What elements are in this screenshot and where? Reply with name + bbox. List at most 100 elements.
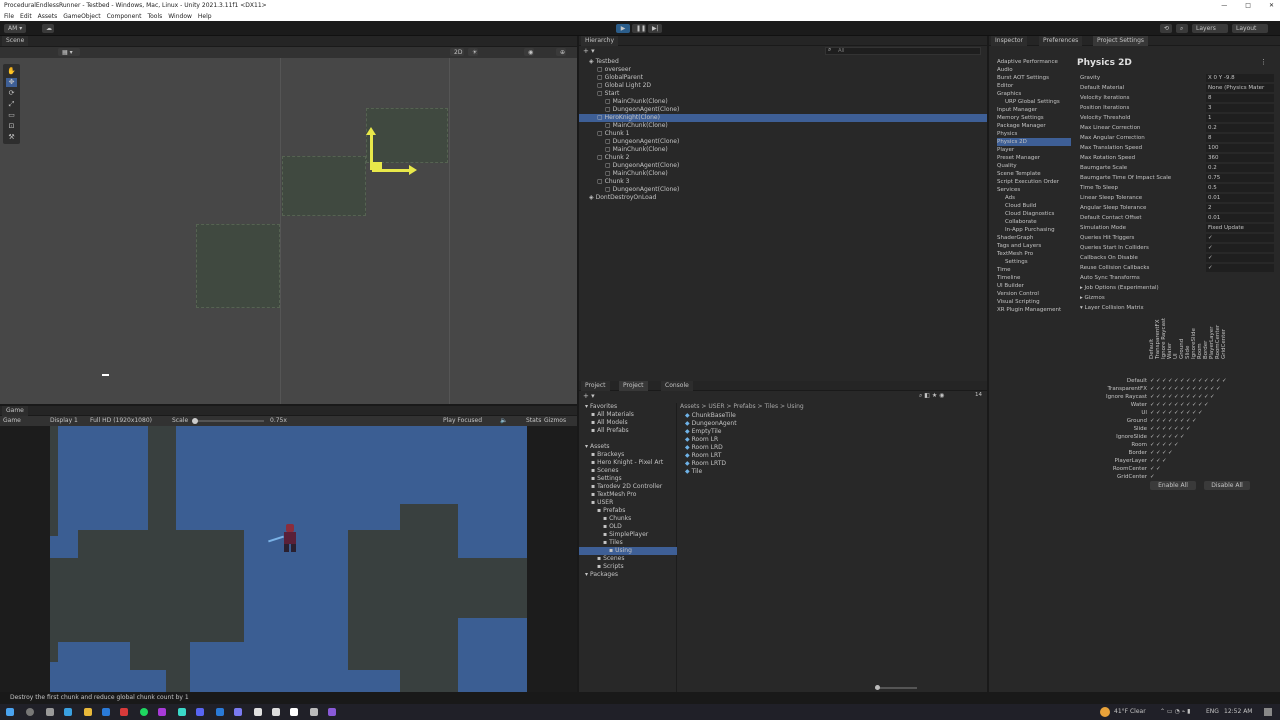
visual-studio-icon[interactable] (328, 708, 336, 716)
tab-scene[interactable]: Scene (2, 36, 29, 46)
collision-checkbox[interactable]: ✓ (1156, 402, 1161, 408)
visibility-icon[interactable]: ◉ (524, 48, 534, 56)
stats-button[interactable]: Stats (526, 416, 541, 426)
property-value-field[interactable]: 2 (1206, 204, 1274, 212)
settings-nav-item[interactable]: Preset Manager (997, 154, 1071, 162)
hierarchy-item[interactable]: ▢ HeroKnight(Clone) (579, 114, 987, 122)
hierarchy-item[interactable]: ▢ Global Light 2D (579, 82, 987, 90)
collision-checkbox[interactable]: ✓ (1168, 378, 1173, 384)
collision-checkbox[interactable]: ✓ (1186, 402, 1191, 408)
settings-nav-item[interactable]: Audio (997, 66, 1071, 74)
collision-checkbox[interactable]: ✓ (1150, 378, 1155, 384)
asset-item[interactable]: ◆ Tile (685, 468, 702, 476)
collision-checkbox[interactable]: ✓ (1168, 418, 1173, 424)
rotate-tool-icon[interactable]: ⟳ (6, 89, 17, 98)
project-tree-item[interactable]: ▪ Scenes (579, 555, 677, 563)
settings-nav-item[interactable]: Settings (997, 258, 1071, 266)
move-gizmo-x-arrow[interactable] (409, 165, 417, 175)
layers-dropdown[interactable]: Layers (1192, 24, 1228, 33)
settings-nav-item[interactable]: Scene Template (997, 170, 1071, 178)
app-icon[interactable] (234, 708, 242, 716)
game-view[interactable] (0, 426, 577, 692)
property-value-field[interactable]: 0.75 (1206, 174, 1274, 182)
property-value-field[interactable]: 0.01 (1206, 214, 1274, 222)
collision-checkbox[interactable]: ✓ (1192, 394, 1197, 400)
search-taskbar-icon[interactable] (26, 708, 34, 716)
collision-checkbox[interactable]: ✓ (1186, 426, 1191, 432)
collision-checkbox[interactable]: ✓ (1162, 458, 1167, 464)
collision-checkbox[interactable]: ✓ (1180, 378, 1185, 384)
collision-checkbox[interactable]: ✓ (1156, 418, 1161, 424)
collision-checkbox[interactable]: ✓ (1156, 426, 1161, 432)
collision-checkbox[interactable]: ✓ (1150, 466, 1155, 472)
disable-all-button[interactable]: Disable All (1204, 481, 1250, 490)
project-tree-item[interactable]: ▪ OLD (579, 523, 677, 531)
collision-checkbox[interactable]: ✓ (1156, 394, 1161, 400)
settings-nav-item[interactable]: URP Global Settings (997, 98, 1071, 106)
app-icon[interactable] (158, 708, 166, 716)
app-icon[interactable] (178, 708, 186, 716)
project-tree-item[interactable]: ▪ Scripts (579, 563, 677, 571)
asset-item[interactable]: ◆ Room LR (685, 436, 718, 444)
resolution-dropdown[interactable]: Full HD (1920x1080) (90, 416, 152, 426)
project-add-button[interactable]: + ▾ (583, 392, 595, 400)
collision-checkbox[interactable]: ✓ (1150, 450, 1155, 456)
collision-checkbox[interactable]: ✓ (1174, 442, 1179, 448)
asset-item[interactable]: ◆ DungeonAgent (685, 420, 737, 428)
hierarchy-item[interactable]: ▢ Chunk 1 (579, 130, 987, 138)
collision-checkbox[interactable]: ✓ (1180, 386, 1185, 392)
settings-nav-item[interactable]: Graphics (997, 90, 1071, 98)
play-icon[interactable]: ▶ (616, 24, 630, 33)
weather-icon[interactable] (1100, 707, 1110, 717)
collision-checkbox[interactable]: ✓ (1186, 386, 1191, 392)
collision-checkbox[interactable]: ✓ (1210, 394, 1215, 400)
tab-inspector[interactable]: Inspector (991, 36, 1027, 46)
settings-nav-item[interactable]: Memory Settings (997, 114, 1071, 122)
project-tree-item[interactable]: ▪ Hero Knight - Pixel Art (579, 459, 677, 467)
collision-checkbox[interactable]: ✓ (1192, 386, 1197, 392)
project-tree-item[interactable]: ▪ All Models (579, 419, 677, 427)
lighting-icon[interactable]: ☀ (468, 48, 478, 56)
hierarchy-item[interactable]: ▢ DungeonAgent(Clone) (579, 186, 987, 194)
collision-checkbox[interactable]: ✓ (1174, 410, 1179, 416)
property-value-field[interactable]: 1 (1206, 114, 1274, 122)
asset-item[interactable]: ◆ Room LRT (685, 452, 721, 460)
collision-checkbox[interactable]: ✓ (1168, 394, 1173, 400)
play-mode-dropdown[interactable]: Play Focused (443, 416, 482, 426)
step-icon[interactable]: ▶| (648, 24, 662, 33)
asset-item[interactable]: ◆ ChunkBaseTile (685, 412, 736, 420)
collision-checkbox[interactable]: ✓ (1168, 426, 1173, 432)
tab-game[interactable]: Game (2, 406, 28, 416)
collision-checkbox[interactable]: ✓ (1216, 378, 1221, 384)
collision-checkbox[interactable]: ✓ (1198, 410, 1203, 416)
history-icon[interactable]: ⟲ (1160, 24, 1172, 33)
collision-checkbox[interactable]: ✓ (1156, 378, 1161, 384)
collision-checkbox[interactable]: ✓ (1192, 378, 1197, 384)
hierarchy-item[interactable]: ▢ MainChunk(Clone) (579, 170, 987, 178)
language-indicator[interactable]: ENG (1206, 708, 1219, 715)
settings-nav-item[interactable]: Player (997, 146, 1071, 154)
collision-checkbox[interactable]: ✓ (1156, 450, 1161, 456)
hierarchy-item[interactable]: ▢ MainChunk(Clone) (579, 122, 987, 130)
collision-checkbox[interactable]: ✓ (1162, 378, 1167, 384)
settings-nav-item[interactable]: Burst AOT Settings (997, 74, 1071, 82)
hierarchy-item[interactable]: ▢ Start (579, 90, 987, 98)
collision-checkbox[interactable]: ✓ (1198, 386, 1203, 392)
mode-2d-toggle[interactable]: 2D (450, 48, 464, 56)
collision-checkbox[interactable]: ✓ (1150, 474, 1155, 480)
hierarchy-item[interactable]: ▢ MainChunk(Clone) (579, 98, 987, 106)
menu-assets[interactable]: Assets (38, 12, 58, 21)
collision-checkbox[interactable]: ✓ (1150, 410, 1155, 416)
gizmos-icon[interactable]: ⊕ (556, 48, 566, 56)
property-value-field[interactable]: 100 (1206, 144, 1274, 152)
settings-nav-item[interactable]: Cloud Diagnostics (997, 210, 1071, 218)
menu-edit[interactable]: Edit (20, 12, 32, 21)
project-tree-item[interactable]: ▪ TextMesh Pro (579, 491, 677, 499)
project-tree-item[interactable]: ▪ Scenes (579, 467, 677, 475)
hierarchy-item[interactable]: ▢ Chunk 2 (579, 154, 987, 162)
project-tree-item[interactable]: ▪ SimplePlayer (579, 531, 677, 539)
project-tree-item[interactable]: ▪ Chunks (579, 515, 677, 523)
collision-checkbox[interactable]: ✓ (1156, 442, 1161, 448)
notification-icon[interactable] (1264, 708, 1272, 716)
project-tree-item[interactable]: ▪ Using (579, 547, 677, 555)
